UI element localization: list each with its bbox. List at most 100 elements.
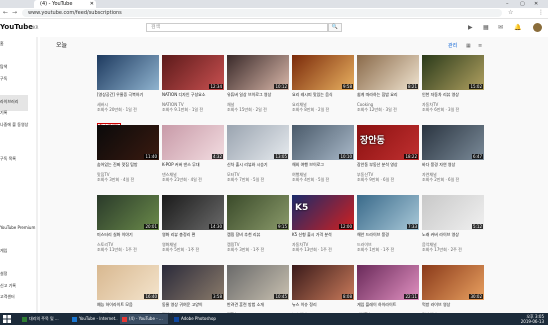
video-title[interactable]: 예능 하이라이트 모음	[97, 302, 159, 312]
sidebar-item[interactable]: 설정	[0, 271, 7, 277]
bookmark-star-icon[interactable]: ☆	[508, 9, 513, 17]
video-card[interactable]: 장안동 18:22 장안동 부동산 분석 영상 부동산TV 조회수 9만회 · 6일 전	[357, 125, 419, 191]
video-thumbnail[interactable]: 12:34	[162, 55, 224, 90]
video-card[interactable]: [영상공간] 우울증 극복하기세바시조회수 20만회 · 1일 전최근 업로드	[97, 55, 159, 129]
windows-start-icon[interactable]	[3, 315, 11, 323]
video-title[interactable]: 장안동 부동산 분석 영상	[357, 162, 419, 172]
video-thumbnail[interactable]: 5:12	[422, 195, 484, 230]
video-title[interactable]: 반려견 훈련 방법 소개	[227, 302, 289, 312]
taskbar-app[interactable]: (4) - YouTube - ...	[120, 314, 168, 324]
video-thumbnail[interactable]: 14:30	[162, 195, 224, 230]
video-title[interactable]: 해외 여행 브이로그	[292, 162, 354, 172]
video-card[interactable]: K5 12:00 K5 신형 출시 가격 분석 자동차TV 조회수 13만회 · 1주 …	[292, 195, 354, 261]
search-input[interactable]: 검색	[146, 23, 328, 32]
video-title[interactable]: 쉽게 따라하는 집밥 요리	[357, 92, 419, 102]
video-title[interactable]: 게임 플레이 하이라이트	[357, 302, 419, 312]
forward-icon[interactable]: →	[12, 9, 17, 17]
system-clock[interactable]: 오후 3:05 2019-06-13	[500, 314, 544, 324]
video-thumbnail[interactable]: 10:45	[227, 265, 289, 300]
sidebar-item[interactable]: 기록	[0, 110, 7, 116]
minimize-icon[interactable]: –	[506, 0, 509, 8]
video-thumbnail[interactable]: 10:12	[227, 55, 289, 90]
list-view-icon[interactable]: ≡	[478, 42, 482, 50]
video-thumbnail[interactable]: 장안동 18:22	[357, 125, 419, 160]
grid-view-icon[interactable]: ▦	[466, 42, 471, 50]
video-thumbnail[interactable]: 6:47	[422, 125, 484, 160]
video-title[interactable]: 동물 영상 귀여운 고양이	[162, 302, 224, 312]
video-title[interactable]: 미스터리 실화 이야기	[97, 232, 159, 242]
create-video-icon[interactable]: ▶	[468, 24, 473, 31]
sidebar-item[interactable]: 홈	[0, 41, 4, 47]
sidebar-item[interactable]: 신고 기록	[0, 283, 16, 289]
browser-menu-icon[interactable]: ⋮	[538, 9, 544, 17]
sidebar-item[interactable]: 구독 목록	[0, 156, 16, 162]
sidebar-item[interactable]: 고객센터	[0, 294, 15, 300]
video-title[interactable]: 노래 커버 라이브 영상	[422, 232, 484, 242]
video-title[interactable]: K-POP 커버 댄스 무대	[162, 162, 224, 172]
video-title[interactable]: 바다 풍경 자연 영상	[422, 162, 484, 172]
video-thumbnail[interactable]: K5 12:00	[292, 195, 354, 230]
close-tab-icon[interactable]: ✕	[90, 0, 94, 8]
video-thumbnail[interactable]: 20:01	[97, 195, 159, 230]
search-button[interactable]: 🔍	[328, 23, 342, 32]
sidebar-scrollbar[interactable]	[36, 37, 38, 313]
video-title[interactable]: NATION 디자인 구성요소	[162, 92, 224, 102]
video-card[interactable]: 14:30 영화 리뷰 총정리 편 영화채널 조회수 5만회 · 1주 전	[162, 195, 224, 261]
sidebar-item[interactable]: 나중에 볼 동영상	[0, 122, 28, 128]
manage-link[interactable]: 관리	[448, 42, 457, 50]
video-title[interactable]: 인천 자동차 리뷰 영상	[422, 92, 484, 102]
video-card[interactable]: 5:12 노래 커버 라이브 영상 음악채널 조회수 17만회 · 2주 전	[422, 195, 484, 261]
close-window-icon[interactable]: ✕	[534, 0, 538, 8]
video-title[interactable]: 요리 레시피 맛있는 음식	[292, 92, 354, 102]
video-thumbnail[interactable]: 16:40	[97, 265, 159, 300]
video-title[interactable]: 먹방 라이브 영상	[422, 302, 484, 312]
video-card[interactable]: 4:32 K-POP 커버 댄스 무대 댄스채널 조회수 21만회 · 4일 전	[162, 125, 224, 191]
sidebar-item[interactable]: 탐색	[0, 64, 7, 70]
apps-grid-icon[interactable]: ▦	[483, 24, 489, 31]
video-title[interactable]: 뉴스 이슈 정리	[292, 302, 354, 312]
video-title[interactable]: [영상공간] 우울증 극복하기	[97, 92, 159, 102]
video-title[interactable]: 숨어있는 진짜 맛집 탐방	[97, 162, 159, 172]
video-thumbnail[interactable]	[97, 55, 159, 90]
video-title[interactable]: 유튜버 일상 브이로그 영상	[227, 92, 289, 102]
video-thumbnail[interactable]: 3:58	[162, 265, 224, 300]
taskbar-app[interactable]: Adobe Photoshop	[172, 314, 220, 324]
video-thumbnail[interactable]: 15:02	[422, 55, 484, 90]
video-title[interactable]: 신차 출시 리뷰와 시승기	[227, 162, 289, 172]
video-card[interactable]: 9:58 요리 레시피 맛있는 음식 요리채널 조회수 8만회 · 2일 전	[292, 55, 354, 121]
video-card[interactable]: 9:15 캠핑 장비 추천 리뷰 캠핑TV 조회수 3만회 · 1주 전	[227, 195, 289, 261]
url-field[interactable]: www.youtube.com/feed/subscriptions	[22, 9, 502, 17]
sidebar-item[interactable]: YouTube Premium	[0, 225, 35, 231]
account-avatar[interactable]	[533, 23, 542, 32]
notifications-bell-icon[interactable]: 🔔	[514, 24, 521, 31]
video-thumbnail[interactable]: 30:02	[422, 265, 484, 300]
video-card[interactable]: 12:34 NATION 디자인 구성요소 NATION TV 조회수 9.1만회 ·…	[162, 55, 224, 121]
taskbar-app[interactable]: YouTube - Internet...	[70, 314, 118, 324]
video-card[interactable]: 10:12 유튜버 일상 브이로그 영상 채널 조회수 15만회 · 2일 전	[227, 55, 289, 121]
video-card[interactable]: 7:33 해안 드라이브 풍경 드라이브 조회수 1만회 · 1주 전	[357, 195, 419, 261]
video-title[interactable]: K5 신형 출시 가격 분석	[292, 232, 354, 242]
sidebar-item[interactable]: 라이브러리	[0, 99, 18, 105]
video-thumbnail[interactable]: 10:10	[292, 125, 354, 160]
video-title[interactable]: 캠핑 장비 추천 리뷰	[227, 232, 289, 242]
video-title[interactable]: 해안 드라이브 풍경	[357, 232, 419, 242]
video-thumbnail[interactable]: 7:33	[357, 195, 419, 230]
video-title[interactable]: 영화 리뷰 총정리 편	[162, 232, 224, 242]
video-card[interactable]: 15:02 인천 자동차 리뷰 영상 자동차TV 조회수 6만회 · 3일 전	[422, 55, 484, 121]
browser-tab[interactable]: (4) - YouTube ✕	[34, 0, 96, 8]
video-thumbnail[interactable]: 22:11	[357, 265, 419, 300]
video-card[interactable]: 13:05 신차 출시 리뷰와 시승기 모터TV 조회수 7만회 · 5일 전	[227, 125, 289, 191]
taskbar-app[interactable]: 대리의 주목 및 ...	[20, 314, 68, 324]
youtube-logo[interactable]: YouTubeKR	[0, 23, 38, 32]
back-icon[interactable]: ←	[3, 9, 8, 17]
video-thumbnail[interactable]: 8:08	[292, 265, 354, 300]
sidebar-item[interactable]: 구독	[0, 76, 7, 82]
video-card[interactable]: 11:40 숨어있는 진짜 맛집 탐방 맛집TV 조회수 3만회 · 4일 전	[97, 125, 159, 191]
video-card[interactable]: 10:10 해외 여행 브이로그 여행채널 조회수 4만회 · 5일 전	[292, 125, 354, 191]
video-thumbnail[interactable]: 11:40	[97, 125, 159, 160]
messages-icon[interactable]: ✉	[498, 24, 503, 31]
video-card[interactable]: 8:21 쉽게 따라하는 집밥 요리 Cooking 조회수 12만회 · 3일 전	[357, 55, 419, 121]
video-card[interactable]: 6:47 바다 풍경 자연 영상 자연채널 조회수 2만회 · 6일 전	[422, 125, 484, 191]
video-thumbnail[interactable]: 9:15	[227, 195, 289, 230]
video-card[interactable]: 20:01 미스터리 실화 이야기 스토리TV 조회수 11만회 · 1주 전	[97, 195, 159, 261]
